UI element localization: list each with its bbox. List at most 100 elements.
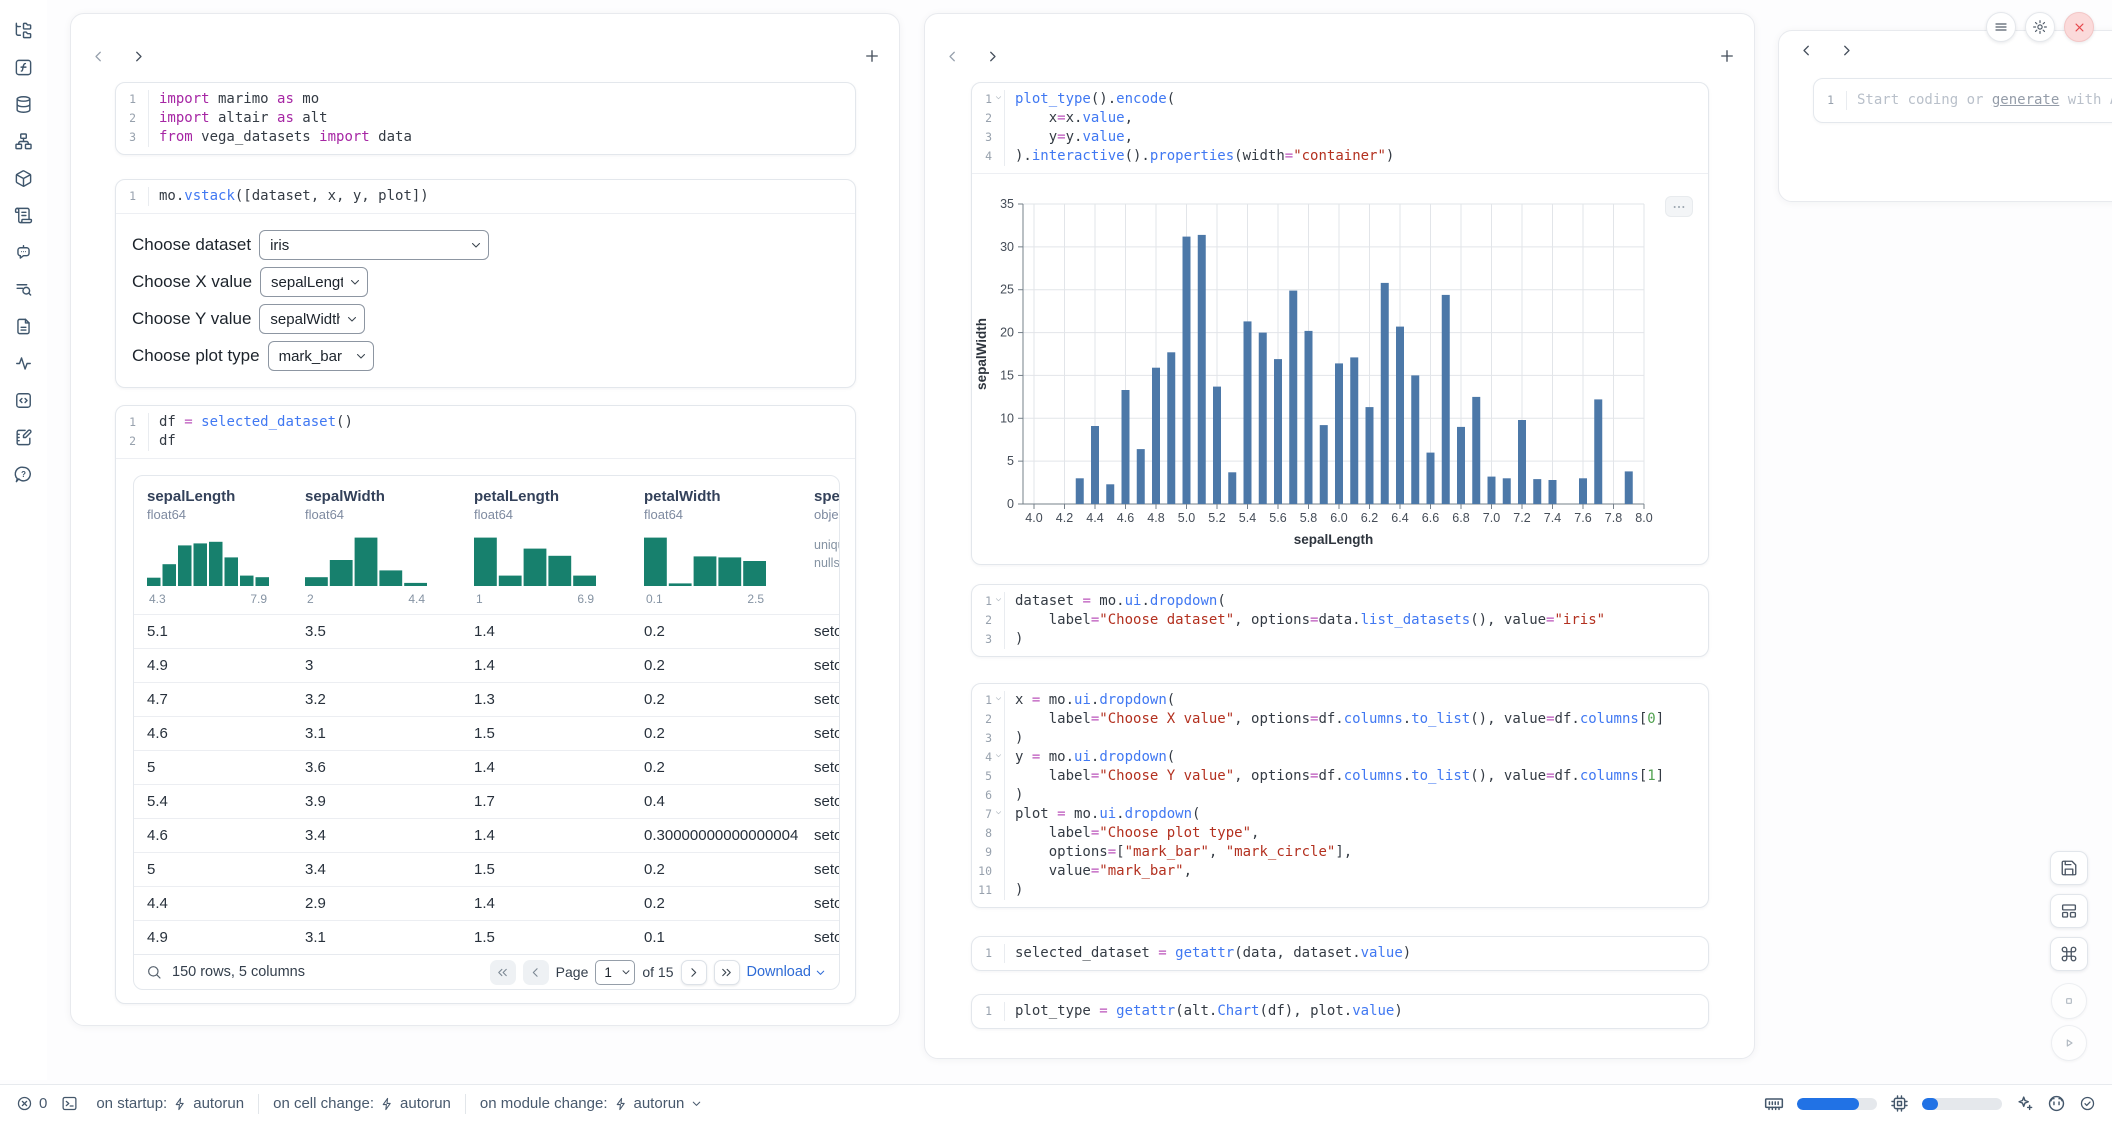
code-editor[interactable]: 1df = selected_dataset()2df: [116, 406, 855, 458]
code-token: y: [1015, 129, 1057, 145]
code-token: (alt.: [1175, 1003, 1217, 1019]
copilot-button[interactable]: [2047, 1094, 2066, 1113]
altair-bar-chart[interactable]: 4.04.24.44.64.85.05.25.45.65.86.06.26.46…: [972, 174, 1708, 565]
sidebar-item-outline-search[interactable]: [12, 277, 36, 301]
sidebar-item-function-square[interactable]: [12, 55, 36, 79]
last-page-button[interactable]: [714, 960, 740, 985]
line-number: 2: [116, 432, 149, 451]
column-header-species[interactable]: speciesobjectunique:nulls:: [801, 476, 839, 614]
code-editor[interactable]: 1selected_dataset = getattr(data, datase…: [972, 937, 1708, 970]
sidebar-item-ai-chat[interactable]: [12, 240, 36, 264]
terminal-button[interactable]: [61, 1095, 78, 1112]
sidebar-item-file-tree[interactable]: [12, 18, 36, 42]
table-row[interactable]: 5.43.91.70.4setosa: [134, 784, 839, 818]
table-cell: 5.4: [134, 785, 292, 818]
dropdown-choose-x-value[interactable]: sepalLength: [260, 267, 368, 297]
fold-chevron-icon[interactable]: [994, 93, 1003, 102]
code-editor[interactable]: 1plot_type().encode(2 x=x.value,3 y=y.va…: [972, 83, 1708, 173]
keyboard-shortcuts-button[interactable]: [2050, 937, 2088, 971]
command-icon: [2060, 945, 2078, 963]
code-line: 4).interactive().properties(width="conta…: [972, 147, 1708, 166]
table-row[interactable]: 53.61.40.2setosa: [134, 750, 839, 784]
dropdown-choose-y-value[interactable]: sepalWidth: [259, 304, 365, 334]
empty-cell[interactable]: 1Start coding or generate with AI: [1813, 78, 2112, 123]
table-row[interactable]: 53.41.50.2setosa: [134, 852, 839, 886]
layout-button[interactable]: [2050, 894, 2088, 928]
error-indicator[interactable]: 0: [16, 1095, 47, 1112]
next-page-button[interactable]: [681, 960, 707, 985]
column-header-sepalLength[interactable]: sepalLengthfloat644.37.9: [134, 476, 292, 614]
code-token: as: [277, 91, 294, 107]
runtime-on-module-change-button[interactable]: on module change: autorun: [480, 1095, 703, 1112]
table-row[interactable]: 4.73.21.30.2setosa: [134, 682, 839, 716]
panel-prev-button[interactable]: [85, 43, 111, 69]
settings-button[interactable]: [2025, 12, 2055, 42]
code-editor[interactable]: 1dataset = mo.ui.dropdown(2 label="Choos…: [972, 585, 1708, 656]
table-row[interactable]: 4.63.11.50.2setosa: [134, 716, 839, 750]
dropdown-choose-plot-type[interactable]: mark_bar: [268, 341, 374, 371]
page-select[interactable]: 1: [595, 960, 635, 985]
code-editor[interactable]: 1import marimo as mo2import altair as al…: [116, 83, 855, 154]
left-panel: 1import marimo as mo2import altair as al…: [70, 13, 900, 1026]
panel-prev-button[interactable]: [939, 43, 965, 69]
sidebar-item-snippets[interactable]: [12, 388, 36, 412]
memory-icon: [1764, 1094, 1784, 1114]
table-row[interactable]: 4.93.11.50.1setosa: [134, 920, 839, 954]
sidebar-item-package[interactable]: [12, 166, 36, 190]
sidebar-item-database[interactable]: [12, 92, 36, 116]
svg-text:4.0: 4.0: [1025, 511, 1042, 525]
control-label: Choose dataset: [132, 235, 251, 255]
sidebar-item-help[interactable]: ?: [12, 462, 36, 486]
ai-assistant-button[interactable]: [2015, 1094, 2034, 1113]
table-cell: 4.4: [134, 887, 292, 920]
code-editor[interactable]: 1plot_type = getattr(alt.Chart(df), plot…: [972, 995, 1708, 1028]
code-token: [1108, 1003, 1116, 1019]
fold-chevron-icon[interactable]: [994, 808, 1003, 817]
save-button[interactable]: [2050, 851, 2088, 885]
panel-next-button[interactable]: [125, 43, 151, 69]
generate-link[interactable]: generate: [1992, 92, 2059, 108]
table-row[interactable]: 4.42.91.40.2setosa: [134, 886, 839, 920]
runtime-on-startup-button[interactable]: on startup: autorun: [96, 1095, 244, 1112]
fold-chevron-icon[interactable]: [994, 694, 1003, 703]
fold-chevron-icon[interactable]: [994, 751, 1003, 760]
table-row[interactable]: 4.931.40.2setosa: [134, 648, 839, 682]
sidebar-item-dependency-graph[interactable]: [12, 129, 36, 153]
panel-next-button[interactable]: [979, 43, 1005, 69]
sidebar-item-docs[interactable]: [12, 314, 36, 338]
chart-menu-button[interactable]: [1665, 196, 1693, 217]
column-header-sepalWidth[interactable]: sepalWidthfloat6424.4: [292, 476, 461, 614]
code-line: 2import altair as alt: [116, 109, 855, 128]
table-row[interactable]: 5.13.51.40.2setosa: [134, 614, 839, 648]
column-header-petalLength[interactable]: petalLengthfloat6416.9: [461, 476, 631, 614]
table-row[interactable]: 4.63.41.40.30000000000000004setosa: [134, 818, 839, 852]
code-editor[interactable]: 1x = mo.ui.dropdown(2 label="Choose X va…: [972, 684, 1708, 907]
first-page-button[interactable]: [490, 960, 516, 985]
code-token: label: [1015, 825, 1091, 841]
runtime-on-cell-change-button[interactable]: on cell change: autorun: [273, 1095, 451, 1112]
code-line[interactable]: 1Start coding or generate with AI: [1814, 91, 2112, 110]
connection-status-button[interactable]: [2079, 1095, 2096, 1112]
panel-next-button[interactable]: [1833, 37, 1859, 63]
panel-prev-button[interactable]: [1793, 37, 1819, 63]
prev-page-button[interactable]: [523, 960, 549, 985]
menu-button[interactable]: [1986, 12, 2016, 42]
shutdown-button[interactable]: [2064, 12, 2094, 42]
interrupt-button[interactable]: [2051, 983, 2087, 1019]
fold-chevron-icon[interactable]: [994, 595, 1003, 604]
sidebar-item-tracing[interactable]: [12, 351, 36, 375]
code-editor[interactable]: 1mo.vstack([dataset, x, y, plot]): [116, 180, 855, 213]
add-cell-button[interactable]: [859, 43, 885, 69]
dropdown-choose-dataset[interactable]: iris: [259, 230, 489, 260]
search-icon[interactable]: [146, 964, 162, 980]
code-token: altair: [210, 110, 277, 126]
bar-chart-svg[interactable]: 4.04.24.44.64.85.05.25.45.65.86.06.26.46…: [972, 174, 1708, 560]
run-all-button[interactable]: [2051, 1025, 2087, 1061]
sidebar-item-scratchpad[interactable]: [12, 425, 36, 449]
sidebar-item-logs[interactable]: [12, 203, 36, 227]
download-button[interactable]: Download: [747, 964, 828, 980]
code-text: plot = mo.ui.dropdown(: [1005, 805, 1200, 824]
add-cell-button[interactable]: [1714, 43, 1740, 69]
column-header-petalWidth[interactable]: petalWidthfloat640.12.5: [631, 476, 801, 614]
left-panel-nav: [85, 43, 151, 69]
